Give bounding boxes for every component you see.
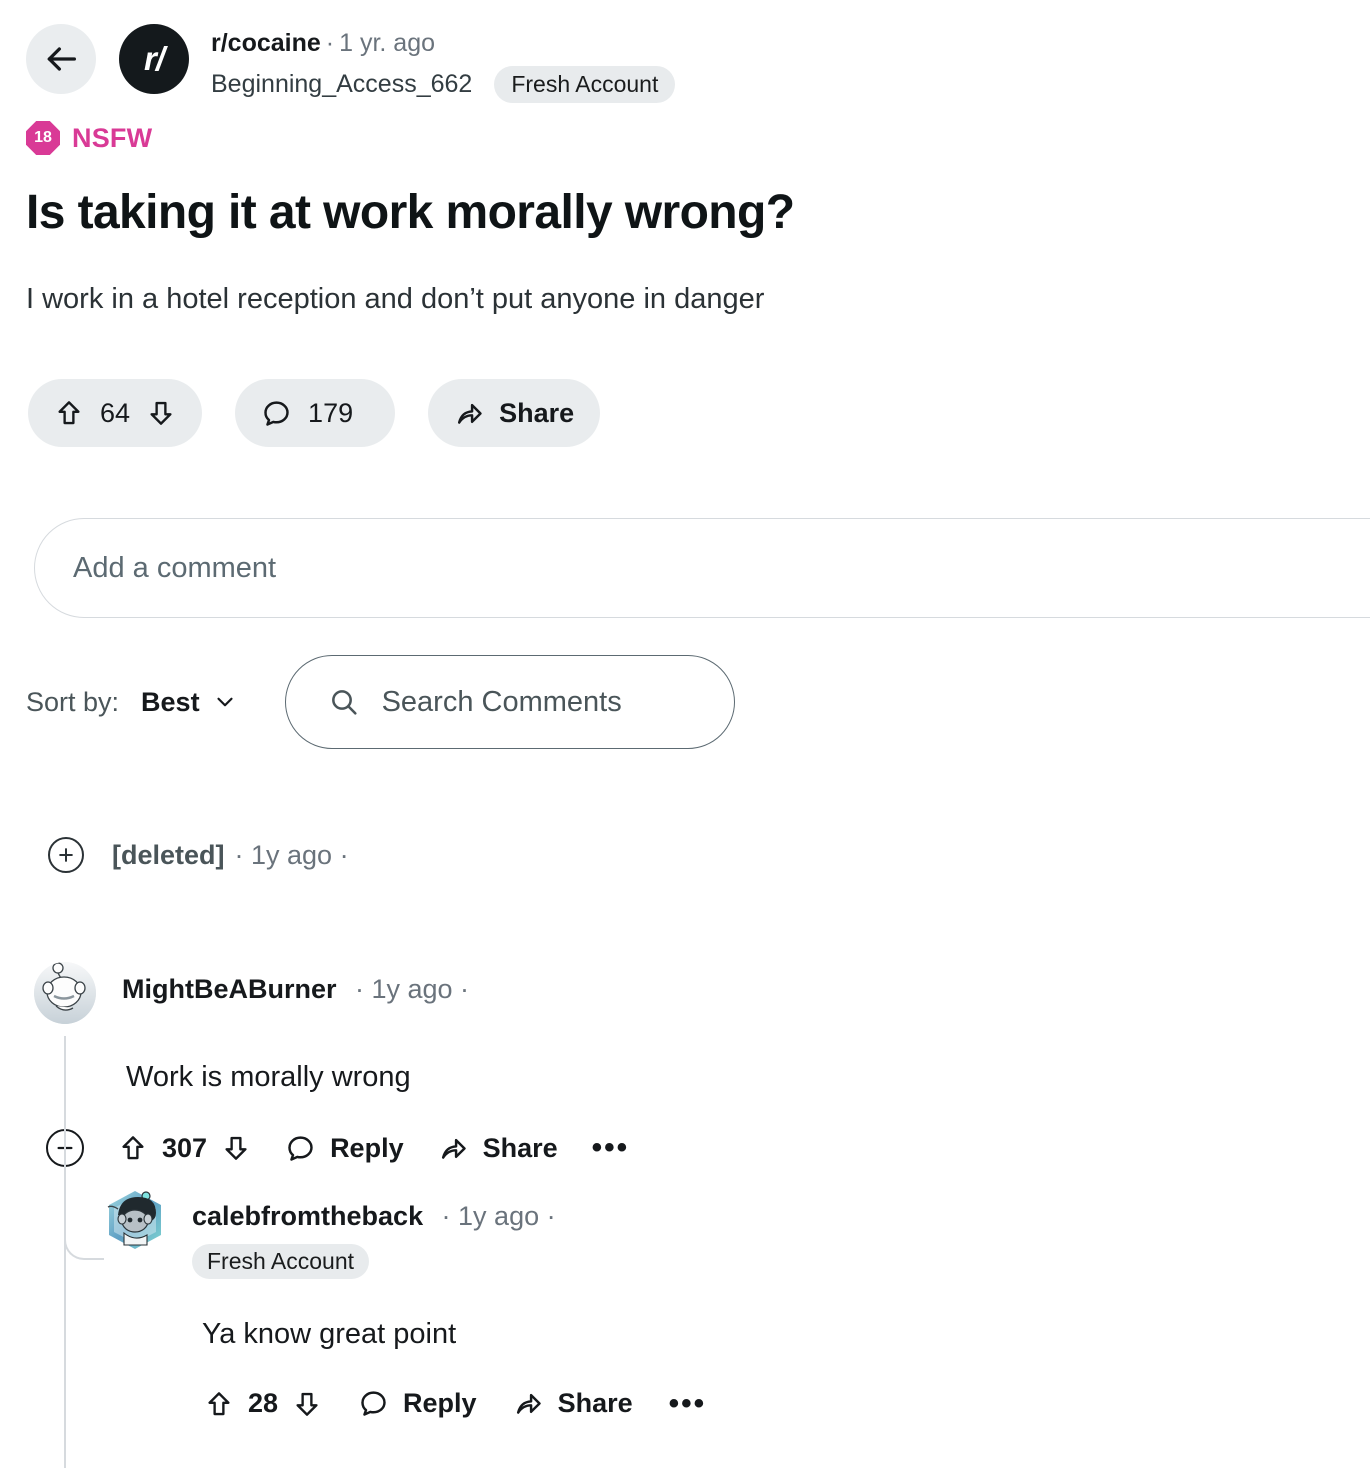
post-body-text: I work in a hotel reception and don’t pu… <box>26 283 765 316</box>
comment-bubble-icon <box>288 1136 313 1161</box>
search-icon <box>331 690 357 715</box>
comment-timestamp: · 1y ago · <box>441 1201 556 1232</box>
post-timestamp: 1 yr. ago <box>339 29 436 57</box>
comment-reply-button[interactable]: Reply <box>358 1388 477 1419</box>
comment-share-label: Share <box>482 1132 558 1163</box>
arrow-left-icon <box>47 47 77 71</box>
sort-by-value[interactable]: Best <box>141 687 200 718</box>
search-comments-placeholder: Search Comments <box>381 685 622 718</box>
comment-author[interactable]: MightBeABurner <box>122 974 337 1004</box>
post-actions: 64 179 Share <box>28 379 1370 448</box>
search-comments-input[interactable]: Search Comments <box>284 655 735 749</box>
add-comment-input[interactable]: Add a comment <box>34 518 1370 618</box>
post-header: r/ r/cocaine · 1 yr. ago Beginning_Access_… <box>0 0 1370 103</box>
comment-author-block: calebfromtheback · 1y ago · Fresh Accoun… <box>192 1189 556 1280</box>
comment-downvote-button[interactable] <box>292 1389 322 1419</box>
comment-reply-label: Reply <box>330 1132 404 1163</box>
comment-author-block: MightBeABurner · 1y ago · <box>122 962 469 1005</box>
comment-bubble-icon <box>264 401 289 426</box>
comment-reply-calebfromtheback: calebfromtheback · 1y ago · Fresh Accoun… <box>0 1189 1370 1419</box>
comment-overflow-button[interactable]: ••• <box>669 1388 707 1419</box>
comment-body: Work is morally wrong <box>126 1061 411 1093</box>
upvote-arrow-icon <box>122 1136 144 1160</box>
avatar[interactable] <box>34 962 96 1024</box>
expand-comment-button[interactable] <box>48 837 84 873</box>
downvote-arrow-icon <box>150 402 172 426</box>
comment-downvote-button[interactable] <box>221 1133 251 1163</box>
nsfw-row: 18 NSFW <box>26 121 1370 155</box>
upvote-arrow-icon <box>58 401 80 425</box>
post-detail-page: r/ r/cocaine · 1 yr. ago Beginning_Access_… <box>0 0 1370 1468</box>
back-button[interactable] <box>26 24 96 94</box>
post-downvote-button[interactable] <box>146 398 176 428</box>
comment-upvote-button[interactable] <box>204 1389 234 1419</box>
comment-row-deleted: [deleted] · 1y ago · <box>0 820 1370 890</box>
post-author-link[interactable]: Beginning_Access_662 <box>211 70 472 99</box>
comment-score: 307 <box>162 1132 208 1163</box>
comment-header: calebfromtheback · 1y ago · Fresh Accoun… <box>104 1189 1370 1280</box>
comment-author[interactable]: calebfromtheback <box>192 1201 423 1231</box>
comment-reply-button[interactable]: Reply <box>285 1133 404 1164</box>
deleted-comment-timestamp: · 1y ago · <box>234 839 349 870</box>
comment-overflow-button[interactable]: ••• <box>592 1133 630 1163</box>
comment-timestamp: · 1y ago · <box>354 974 470 1004</box>
sort-by-label: Sort by: <box>26 686 120 717</box>
comment-score: 28 <box>248 1388 279 1419</box>
post-comment-count: 179 <box>308 397 354 428</box>
comment-upvote-button[interactable] <box>118 1133 148 1163</box>
post-score: 64 <box>100 397 131 428</box>
post-share-label: Share <box>499 397 575 428</box>
subreddit-link[interactable]: r/cocaine <box>211 29 321 57</box>
downvote-arrow-icon <box>296 1392 318 1416</box>
share-pill-button[interactable]: Share <box>428 379 601 448</box>
comment-reply-label: Reply <box>403 1388 477 1419</box>
add-comment-placeholder: Add a comment <box>73 551 277 584</box>
post-upvote-button[interactable] <box>54 398 84 428</box>
plus-circle-icon <box>59 848 73 862</box>
post-meta-line-1: r/cocaine · 1 yr. ago <box>211 26 675 60</box>
subreddit-avatar-text: r/ <box>143 40 165 77</box>
upvote-arrow-icon <box>208 1391 230 1415</box>
post-meta: r/cocaine · 1 yr. ago Beginning_Access_662… <box>211 24 676 103</box>
downvote-arrow-icon <box>225 1136 247 1160</box>
share-arrow-icon <box>458 403 482 424</box>
post-title: Is taking it at work morally wrong? <box>26 186 795 239</box>
comment-bubble-icon <box>361 1391 386 1416</box>
comment-share-button[interactable]: Share <box>438 1133 558 1164</box>
share-arrow-icon <box>516 1394 541 1415</box>
avatar[interactable] <box>104 1189 166 1251</box>
deleted-comment-author: [deleted] <box>112 839 225 870</box>
age-18-icon: 18 <box>26 121 60 155</box>
subreddit-avatar[interactable]: r/ <box>119 24 189 94</box>
chevron-down-icon <box>216 697 233 707</box>
age-18-label: 18 <box>34 129 52 146</box>
comment-fresh-account-badge: Fresh Account <box>192 1244 370 1280</box>
author-fresh-account-badge: Fresh Account <box>494 66 676 103</box>
share-arrow-icon <box>441 1138 466 1159</box>
comment-root-mightbeaburner: MightBeABurner · 1y ago · Work is morall… <box>0 962 1370 1468</box>
comment-body: Ya know great point <box>202 1318 457 1351</box>
nsfw-label: NSFW <box>72 122 153 153</box>
comment-sort-row: Sort by: Best Search Comments <box>26 655 735 749</box>
thread-line[interactable] <box>64 1260 66 1468</box>
comment-header: MightBeABurner · 1y ago · <box>0 962 1370 1024</box>
vote-pill: 64 <box>28 379 203 448</box>
comments-pill-button[interactable]: 179 <box>235 379 396 448</box>
comments-list: [deleted] · 1y ago · MightBeABurner · 1y… <box>0 820 1370 1468</box>
comment-actions: 28 Reply Share ••• <box>204 1388 1370 1419</box>
comment-share-button[interactable]: Share <box>513 1388 633 1419</box>
post-meta-line-2: Beginning_Access_662 Fresh Account <box>211 66 676 103</box>
snoo-avatar-icon <box>107 1191 161 1250</box>
snoo-avatar-icon <box>34 962 96 1024</box>
comment-actions: 307 Reply Share ••• <box>46 1129 1370 1168</box>
sort-dropdown-button[interactable] <box>212 689 238 715</box>
comment-vote-group: 307 <box>118 1133 251 1164</box>
comment-vote-group: 28 <box>204 1388 322 1419</box>
comment-share-label: Share <box>557 1388 633 1419</box>
meta-separator: · <box>325 29 335 57</box>
